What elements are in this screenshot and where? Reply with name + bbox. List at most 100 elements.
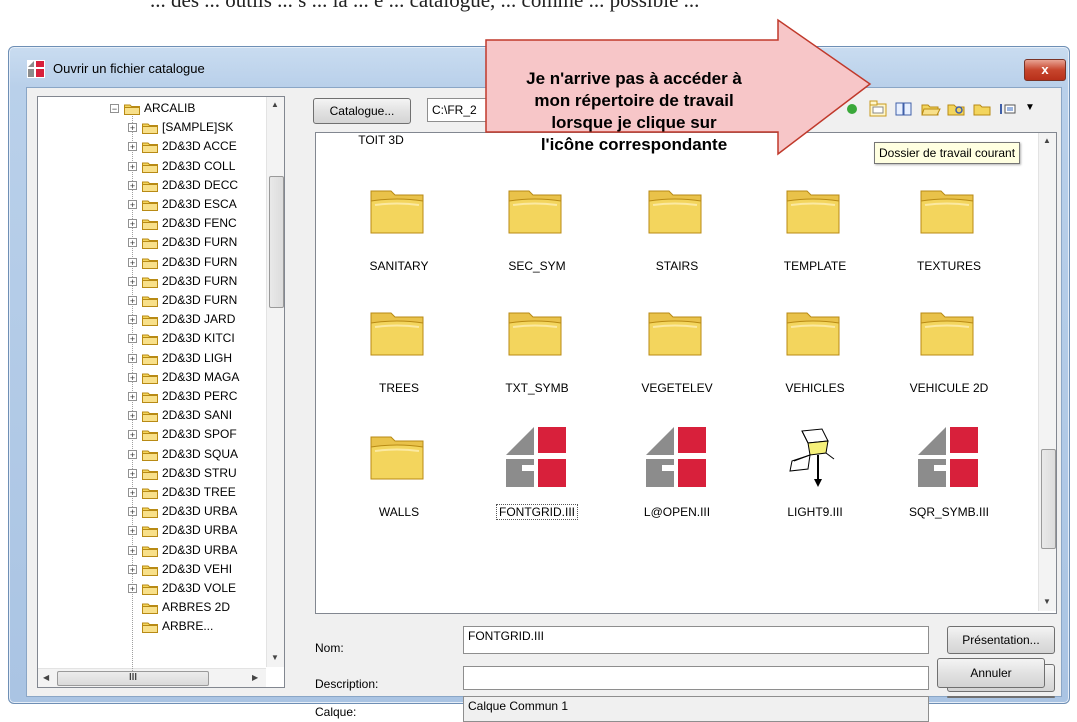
- folder-icon: [142, 371, 158, 384]
- scroll-up-icon[interactable]: ▲: [271, 100, 279, 109]
- expand-icon[interactable]: +: [128, 392, 137, 402]
- grid-item[interactable]: SANITARY: [334, 173, 464, 283]
- grid-item[interactable]: TEXTURES: [884, 173, 1014, 283]
- expand-icon[interactable]: +: [128, 315, 137, 325]
- grid-item-text: SQR_SYMB.III: [908, 505, 990, 519]
- folder-icon[interactable]: [971, 98, 993, 120]
- tree-horizontal-scrollbar[interactable]: ◀ III ▶: [38, 668, 266, 687]
- expand-icon[interactable]: +: [128, 545, 137, 555]
- scroll-right-icon[interactable]: ▶: [252, 673, 258, 682]
- catalogue-tree[interactable]: ▲ ▼ ◀ III ▶ − ARCALIB + [SAMPLE]SK +2D&3D AC…: [37, 96, 285, 688]
- grid-item[interactable]: LIGHT9.III: [750, 419, 880, 529]
- grid-item[interactable]: L@OPEN.III: [612, 419, 742, 529]
- tree-item-label: 2D&3D COLL: [162, 158, 236, 173]
- grid-item-text: WALLS: [378, 505, 420, 519]
- book-icon[interactable]: [893, 98, 915, 120]
- expand-icon[interactable]: +: [128, 353, 137, 363]
- grid-item[interactable]: VEHICULE 2D: [884, 295, 1014, 405]
- tree-item-label: 2D&3D SQUA: [162, 446, 239, 461]
- folder-icon: [142, 428, 158, 442]
- grid-item-label: TXT_SYMB: [472, 381, 602, 395]
- expand-icon[interactable]: +: [128, 180, 137, 190]
- folder-icon: [142, 160, 158, 173]
- grid-item-label: SANITARY: [334, 259, 464, 273]
- grid-scroll-thumb[interactable]: [1041, 449, 1056, 549]
- folder-icon: [142, 217, 158, 231]
- catalogue-button[interactable]: Catalogue...: [313, 98, 411, 124]
- expand-icon[interactable]: +: [128, 276, 137, 286]
- grid-item-label: STAIRS: [612, 259, 742, 273]
- expand-icon[interactable]: +: [128, 123, 137, 133]
- grid-scroll-down-icon[interactable]: ▼: [1043, 597, 1051, 606]
- folder-icon: [645, 301, 705, 364]
- grid-item[interactable]: TREES: [334, 295, 464, 405]
- grid-scroll-up-icon[interactable]: ▲: [1043, 136, 1051, 145]
- expand-icon[interactable]: +: [128, 238, 137, 248]
- grid-item[interactable]: VEHICLES: [750, 295, 880, 405]
- expand-icon[interactable]: +: [128, 411, 137, 421]
- tree-item-label: ARBRES 2D: [162, 600, 231, 615]
- expand-icon[interactable]: +: [128, 334, 137, 344]
- folder-icon: [142, 198, 158, 211]
- scroll-down-icon[interactable]: ▼: [271, 653, 279, 662]
- cancel-button[interactable]: Annuler: [937, 658, 1045, 688]
- tree-vertical-scrollbar[interactable]: ▲ ▼: [266, 97, 284, 667]
- expand-icon[interactable]: +: [128, 257, 137, 267]
- expand-icon[interactable]: +: [128, 296, 137, 306]
- name-field[interactable]: FONTGRID.III: [463, 626, 929, 654]
- expand-icon[interactable]: +: [128, 200, 137, 210]
- expand-icon[interactable]: +: [128, 142, 137, 152]
- tooltip: Dossier de travail courant: [874, 142, 1021, 164]
- grid-item-label: TOIT 3D: [358, 133, 404, 147]
- folder-icon: [142, 448, 158, 461]
- folder-icon: [142, 140, 158, 154]
- tree-item-label: 2D&3D VEHI: [162, 561, 233, 576]
- open-folder-icon[interactable]: [919, 98, 941, 120]
- folder-icon: [142, 121, 158, 135]
- grid-item-label: FONTGRID.III: [472, 504, 602, 520]
- expand-icon[interactable]: +: [128, 584, 137, 594]
- description-label: Description:: [315, 677, 379, 691]
- layer-field[interactable]: Calque Commun 1: [463, 696, 929, 722]
- grid-item[interactable]: SQR_SYMB.III: [884, 419, 1014, 529]
- expand-icon[interactable]: +: [128, 161, 137, 171]
- view-dropdown-icon[interactable]: ▼: [1025, 102, 1035, 113]
- expand-icon[interactable]: +: [128, 526, 137, 536]
- grid-item-text: VEGETELEV: [641, 381, 713, 395]
- expand-icon[interactable]: +: [128, 430, 137, 440]
- grid-item-label: TEXTURES: [884, 259, 1014, 273]
- expand-icon[interactable]: +: [128, 564, 137, 574]
- expand-icon[interactable]: +: [128, 372, 137, 382]
- expand-icon[interactable]: +: [128, 507, 137, 517]
- tree-scroll-thumb[interactable]: [269, 176, 284, 308]
- collapse-icon[interactable]: −: [110, 104, 119, 114]
- grid-item[interactable]: WALLS: [334, 419, 464, 529]
- expand-icon[interactable]: +: [128, 468, 137, 478]
- tree-item-label: 2D&3D STRU: [162, 465, 237, 480]
- expand-icon[interactable]: +: [128, 219, 137, 229]
- grid-item-text: L@OPEN.III: [643, 505, 711, 519]
- path-field[interactable]: C:\FR_2: [427, 98, 487, 122]
- search-folder-icon[interactable]: [945, 98, 967, 120]
- tree-item-label: ARCALIB: [144, 101, 196, 115]
- layer-label: Calque:: [315, 705, 357, 719]
- grid-item[interactable]: VEGETELEV: [612, 295, 742, 405]
- expand-icon[interactable]: +: [128, 488, 137, 498]
- close-button[interactable]: x: [1024, 59, 1066, 81]
- folder-icon: [142, 563, 158, 576]
- scroll-left-icon[interactable]: ◀: [43, 673, 49, 682]
- folder-icon: [367, 425, 427, 488]
- light-fixture-icon: [782, 425, 846, 492]
- grid-item[interactable]: TXT_SYMB: [472, 295, 602, 405]
- callout-line: mon répertoire de travail: [534, 91, 734, 110]
- folder-icon: [142, 256, 158, 269]
- grid-vertical-scrollbar[interactable]: ▲ ▼: [1038, 133, 1056, 611]
- expand-icon[interactable]: +: [128, 449, 137, 459]
- view-options-icon[interactable]: [997, 98, 1019, 120]
- grid-item[interactable]: FONTGRID.III: [472, 419, 602, 529]
- grid-item-text: LIGHT9.III: [787, 505, 843, 519]
- presentation-button[interactable]: Présentation...: [947, 626, 1055, 654]
- description-field[interactable]: [463, 666, 929, 690]
- tree-hscroll-thumb[interactable]: III: [57, 671, 209, 686]
- catalogue-file-icon: [504, 425, 568, 492]
